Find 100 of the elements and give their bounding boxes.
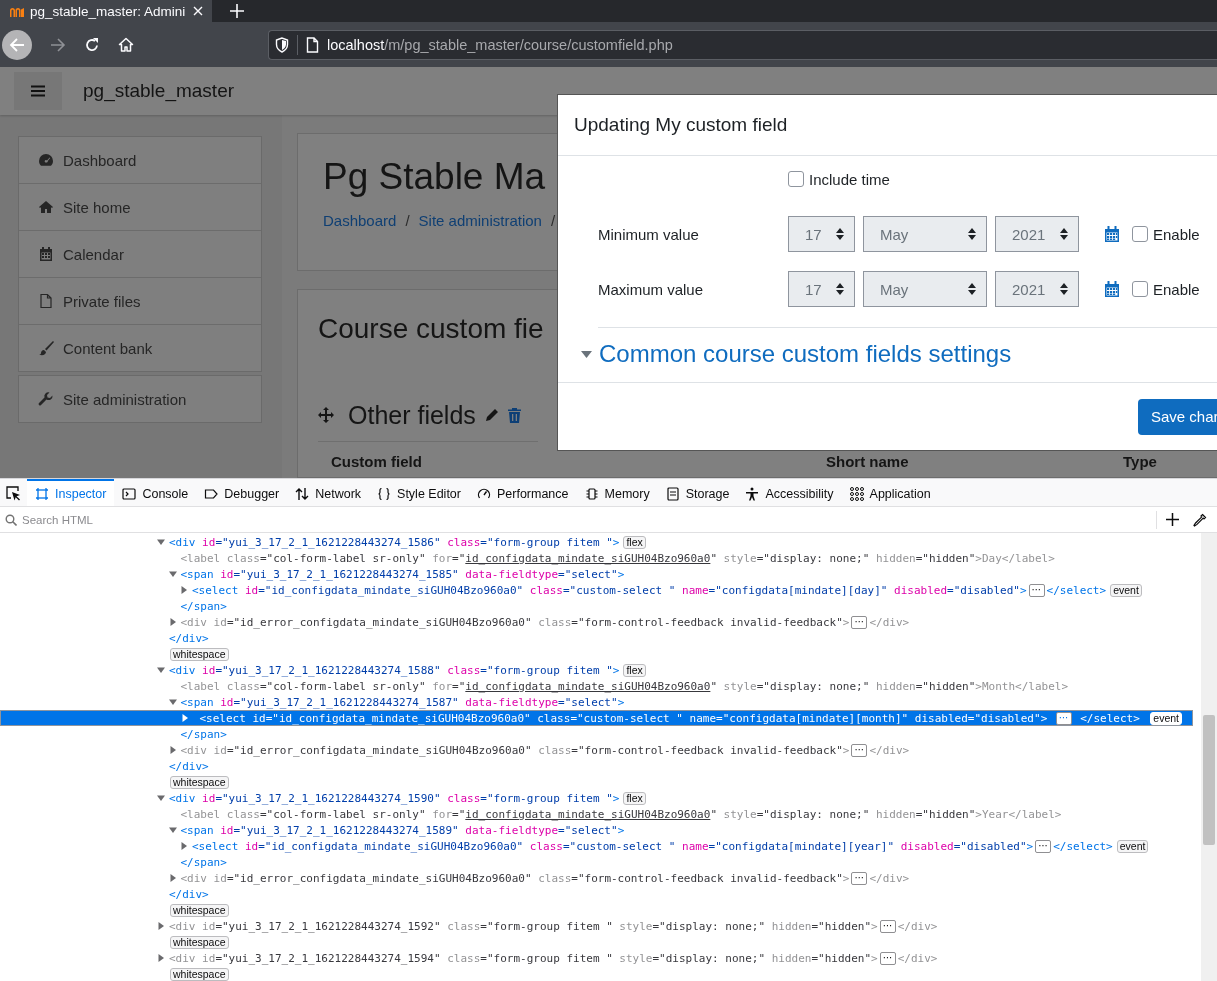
toggle-arrow-icon[interactable]	[168, 746, 177, 754]
pencil-icon[interactable]	[483, 407, 500, 423]
ellipsis-button[interactable]: ⋯	[851, 615, 868, 629]
trash-icon[interactable]	[507, 407, 521, 423]
devtools-tab[interactable]: Performance	[468, 479, 577, 506]
nav-link[interactable]: Content bank	[63, 339, 153, 357]
code-text[interactable]: <div id="yui_3_17_2_1_1621228443274_1586" class="form-group fitem ">	[169, 535, 620, 549]
code-text[interactable]: <span id="yui_3_17_2_1_1621228443274_1587" data-fieldtype="select">	[180, 695, 625, 709]
include-time-checkbox[interactable]	[788, 171, 804, 187]
node-badge[interactable]: flex	[623, 663, 646, 677]
section-link[interactable]: Common course custom fields settings	[599, 340, 1012, 368]
toggle-arrow-icon[interactable]	[157, 538, 165, 546]
code-text[interactable]: <span id="yui_3_17_2_1_1621228443274_1585" data-fieldtype="select">	[180, 567, 625, 581]
ellipsis-button[interactable]: ⋯	[1035, 839, 1052, 853]
home-icon[interactable]	[118, 36, 134, 53]
devtools-tab[interactable]: Inspector	[27, 479, 115, 506]
add-node-icon[interactable]	[1166, 513, 1179, 526]
devtools-tab[interactable]: Style Editor	[369, 479, 469, 506]
node-badge[interactable]: flex	[623, 791, 646, 805]
plus-icon[interactable]	[230, 4, 244, 18]
code-text[interactable]: </span>	[180, 727, 227, 741]
code-text[interactable]: <select id="id_configdata_mindate_siGUH04Bzo960a0" class="custom-select " name="configdata[mindate][month]" disabled="disabled">	[199, 711, 1048, 725]
brush-icon	[38, 340, 54, 356]
code-text[interactable]: <div id="yui_3_17_2_1_1621228443274_1592" class="form-group fitem " style="display: none;" hidden="hidden">	[169, 919, 878, 933]
nav-link[interactable]: Private files	[63, 292, 141, 310]
node-badge[interactable]: flex	[623, 535, 646, 549]
code-text[interactable]: </span>	[180, 599, 227, 613]
toggle-arrow-icon[interactable]	[180, 842, 188, 850]
toggle-arrow-icon[interactable]	[157, 666, 165, 674]
code-text[interactable]: </div>	[169, 759, 209, 773]
code-text[interactable]: </select>	[1080, 711, 1140, 725]
devtools-tab[interactable]: Accessibility	[737, 479, 842, 506]
code-text[interactable]: <div id="id_error_configdata_mindate_siGUH04Bzo960a0" class="form-control-feedback invalid-feedback">	[180, 615, 850, 629]
nav-link[interactable]: Site home	[63, 198, 131, 216]
node-badge[interactable]: event	[1116, 839, 1149, 853]
node-badge[interactable]: event	[1150, 711, 1182, 725]
storage-icon	[665, 486, 680, 501]
toggle-arrow-icon[interactable]	[168, 570, 177, 578]
search-field[interactable]: Search HTML	[20, 512, 1156, 527]
devtools-tab[interactable]: Network	[287, 479, 370, 506]
calendar-icon[interactable]	[1104, 281, 1120, 297]
close-icon[interactable]	[192, 5, 204, 17]
code-text[interactable]: </div>	[169, 887, 209, 901]
toggle-arrow-icon[interactable]	[181, 714, 189, 722]
ellipsis-button[interactable]: ⋯	[879, 951, 896, 965]
toggle-arrow-icon[interactable]	[168, 698, 177, 706]
nav-link[interactable]: Site administration	[63, 390, 187, 408]
favicon-icon	[10, 5, 24, 17]
ellipsis-button[interactable]: ⋯	[851, 871, 868, 885]
code-text[interactable]: <span id="yui_3_17_2_1_1621228443274_1589" data-fieldtype="select">	[180, 823, 625, 837]
code-text[interactable]: <select id="id_configdata_mindate_siGUH04Bzo960a0" class="custom-select " name="configdata[mindate][day]" disabled="disabled">	[192, 583, 1027, 597]
code-text[interactable]: <div id="yui_3_17_2_1_1621228443274_1588" class="form-group fitem ">	[169, 663, 620, 677]
move-icon[interactable]	[318, 407, 334, 423]
eyedropper-icon[interactable]	[1193, 512, 1207, 527]
devtools-tab[interactable]: Memory	[576, 479, 658, 506]
toggle-arrow-icon[interactable]	[157, 794, 165, 802]
code-text[interactable]: <div id="id_error_configdata_mindate_siGUH04Bzo960a0" class="form-control-feedback invalid-feedback">	[180, 871, 850, 885]
devtools-tab[interactable]: Application	[841, 479, 939, 506]
checkbox-label[interactable]: Include time	[809, 170, 890, 188]
scrollbar[interactable]	[1201, 533, 1217, 981]
reload-icon[interactable]	[84, 36, 100, 53]
code-text[interactable]: <div id="yui_3_17_2_1_1621228443274_1590" class="form-group fitem ">	[169, 791, 620, 805]
collapse-caret-icon[interactable]	[581, 350, 592, 358]
menu-icon	[31, 85, 45, 97]
code-text[interactable]: <select id="id_configdata_mindate_siGUH04Bzo960a0" class="custom-select " name="configdata[mindate][year]" disabled="disabled">	[192, 839, 1034, 853]
devtools-tab[interactable]: Storage	[657, 479, 738, 506]
nav-link[interactable]: Calendar	[63, 245, 124, 263]
code-text[interactable]: <div id="yui_3_17_2_1_1621228443274_1594" class="form-group fitem " style="display: none;" hidden="hidden">	[169, 951, 878, 965]
menu-button[interactable]	[14, 72, 62, 110]
address-bar[interactable]: localhost/m/pg_stable_master/course/customfield.php	[268, 29, 1217, 60]
ellipsis-button[interactable]: ⋯	[879, 919, 896, 933]
ellipsis-button[interactable]: ⋯	[851, 743, 868, 757]
dot-grid-icon	[849, 486, 864, 501]
back-button[interactable]	[2, 29, 32, 60]
ellipsis-button[interactable]: ⋯	[1055, 711, 1072, 725]
devtools-tab[interactable]: Debugger	[196, 479, 288, 506]
toggle-arrow-icon[interactable]	[157, 922, 165, 930]
code-text[interactable]: <label class="col-form-label sr-only" for="id_configdata_mindate_siGUH04Bzo960a0" style="display: none;" hidden="hidden">Year</label>	[180, 807, 1062, 821]
code-text[interactable]: </span>	[180, 855, 227, 869]
ellipsis-button[interactable]: ⋯	[1028, 583, 1045, 597]
code-text[interactable]: <label class="col-form-label sr-only" for="id_configdata_mindate_siGUH04Bzo960a0" style="display: none;" hidden="hidden">Month</label>	[180, 679, 1069, 693]
url-text[interactable]: localhost/m/pg_stable_master/course/customfield.php	[327, 36, 673, 53]
gauge-icon	[38, 152, 54, 168]
toggle-arrow-icon[interactable]	[168, 618, 177, 626]
code-text[interactable]: <label class="col-form-label sr-only" for="id_configdata_mindate_siGUH04Bzo960a0" style="display: none;" hidden="hidden">Day</label>	[180, 551, 1055, 565]
nav-link[interactable]: Dashboard	[63, 151, 137, 169]
calendar-icon[interactable]	[1104, 226, 1120, 242]
code-text[interactable]: </select>	[1053, 839, 1113, 853]
element-picker-icon[interactable]	[5, 484, 21, 501]
code-text[interactable]: </select>	[1046, 583, 1107, 597]
node-badge[interactable]: event	[1110, 583, 1142, 597]
code-text[interactable]: <div id="id_error_configdata_mindate_siGUH04Bzo960a0" class="form-control-feedback invalid-feedback">	[180, 743, 850, 757]
toggle-arrow-icon[interactable]	[180, 586, 188, 594]
toggle-arrow-icon[interactable]	[157, 954, 165, 962]
site-name[interactable]: pg_stable_master	[83, 80, 235, 102]
toggle-arrow-icon[interactable]	[168, 874, 177, 882]
code-text[interactable]: </div>	[169, 631, 209, 645]
devtools-tab[interactable]: Console	[114, 479, 197, 506]
forward-arrow-icon[interactable]	[50, 36, 66, 53]
toggle-arrow-icon[interactable]	[168, 826, 177, 834]
